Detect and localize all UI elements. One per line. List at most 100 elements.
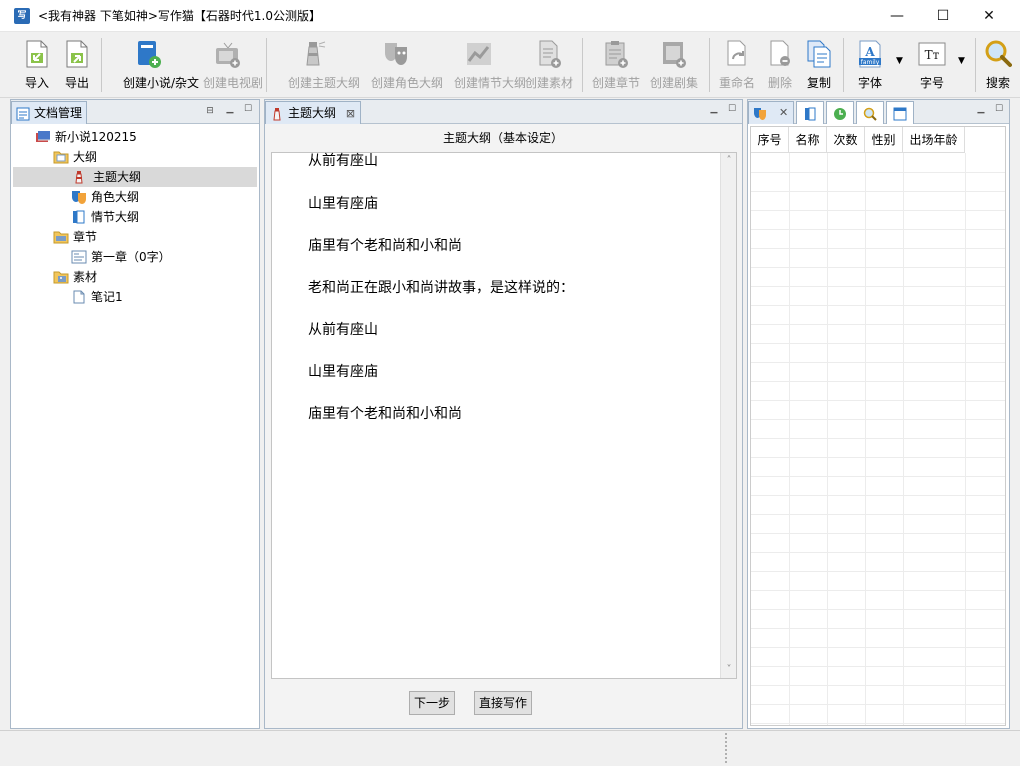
create-material-button[interactable]: 创建素材 <box>525 36 573 94</box>
document-tree: 新小说120215 大纲 主题大纲 角色大纲 情节大纲 章节 第一章（0字） 素… <box>11 126 259 726</box>
font-dropdown-arrow-icon[interactable]: ▼ <box>896 56 903 66</box>
editor-tabstrip: 主题大纲 ⊠ ▁ ☐ <box>265 100 742 124</box>
tab-history[interactable] <box>826 101 854 124</box>
outline-header: 主题大纲（基本设定） <box>442 131 563 145</box>
tab-window[interactable] <box>886 101 914 124</box>
font-size-button[interactable]: Tт 字号 <box>917 36 947 94</box>
copy-button[interactable]: 复制 <box>804 36 834 94</box>
tree-item-outline-folder[interactable]: 大纲 <box>53 147 255 167</box>
font-button[interactable]: Afamily 字体 <box>855 36 885 94</box>
film-icon <box>660 39 688 69</box>
magnifier-icon <box>863 106 877 121</box>
create-episode-button[interactable]: 创建剧集 <box>650 36 698 94</box>
outline-paragraph: 庙里有个老和尚和小和尚 <box>308 238 462 254</box>
import-button[interactable]: 导入 <box>22 36 52 94</box>
tree-item-chapters-folder[interactable]: 章节 <box>53 227 255 247</box>
font-icon-text: family <box>861 59 880 66</box>
minimize-button[interactable]: — <box>874 0 920 32</box>
export-button[interactable]: 导出 <box>62 36 92 94</box>
clock-icon <box>833 106 847 120</box>
tab-characters[interactable]: ✕ <box>748 101 794 124</box>
tree-item-theme-outline[interactable]: 主题大纲 <box>13 167 257 187</box>
copy-label: 复制 <box>806 76 831 90</box>
tree-item-chapter-1[interactable]: 第一章（0字） <box>71 247 255 267</box>
window-title: <我有神器 下笔如神>写作猫【石器时代1.0公测版】 <box>38 9 322 23</box>
pane-minimize-icon[interactable]: ▁ <box>709 104 719 114</box>
chapter-doc-icon <box>71 250 87 264</box>
close-button[interactable]: ✕ <box>966 0 1012 32</box>
lighthouse-icon <box>71 170 87 184</box>
pane-maximize-icon[interactable]: ☐ <box>727 104 737 114</box>
create-chapter-button[interactable]: 创建章节 <box>592 36 640 94</box>
font-label: 字体 <box>857 76 882 90</box>
create-role-outline-label: 创建角色大纲 <box>371 76 444 90</box>
toolbar-separator <box>709 38 710 92</box>
font-size-dropdown-arrow-icon[interactable]: ▼ <box>958 56 965 66</box>
column-header-gender[interactable]: 性别 <box>865 127 903 153</box>
tab-search[interactable] <box>856 101 884 124</box>
pane-maximize-icon[interactable]: ☐ <box>994 104 1004 114</box>
outline-paragraph: 山里有座庙 <box>308 196 378 212</box>
outline-paragraph: 老和尚正在跟小和尚讲故事，是这样说的： <box>308 280 574 296</box>
outline-paragraph: 从前有座山 <box>308 322 378 338</box>
status-divider <box>725 733 728 763</box>
tab-document-manager[interactable]: 文档管理 <box>11 101 87 124</box>
tree-item-novel[interactable]: 新小说120215 <box>35 127 255 147</box>
scroll-up-icon[interactable]: ˄ <box>721 153 737 169</box>
pane-minimize-icon[interactable]: ▁ <box>976 104 986 114</box>
column-header-name[interactable]: 名称 <box>789 127 827 153</box>
export-label: 导出 <box>64 76 89 90</box>
tab-close-icon[interactable]: ✕ <box>779 102 788 124</box>
delete-button[interactable]: 删除 <box>765 36 795 94</box>
folder-box-icon <box>53 230 69 244</box>
novel-book-icon <box>134 39 162 69</box>
note-icon <box>71 290 87 304</box>
create-material-label: 创建素材 <box>524 76 573 90</box>
pane-minimize-icon[interactable]: ▁ <box>225 104 235 114</box>
create-episode-label: 创建剧集 <box>649 76 698 90</box>
direct-write-button[interactable]: 直接写作 <box>474 691 532 715</box>
window-icon <box>893 106 907 121</box>
create-role-outline-button[interactable]: 创建角色大纲 <box>371 36 443 94</box>
collapse-all-icon[interactable]: ⊟ <box>205 106 215 116</box>
create-theme-outline-button[interactable]: 创建主题大纲 <box>288 36 360 94</box>
search-button[interactable]: 搜索 <box>983 36 1013 94</box>
search-icon <box>984 39 1012 69</box>
grid-column-line <box>827 153 828 725</box>
create-novel-label: 创建小说/杂文 <box>123 76 200 90</box>
tree-item-plot-outline[interactable]: 情节大纲 <box>71 207 255 227</box>
character-panel: ✕ ▁ ☐ 序号 名称 次数 性别 出场年龄 <box>747 99 1010 729</box>
column-header-index[interactable]: 序号 <box>751 127 789 153</box>
outline-paragraph: 山里有座庙 <box>308 364 378 380</box>
next-step-button[interactable]: 下一步 <box>409 691 455 715</box>
maximize-button[interactable]: ☐ <box>920 0 966 32</box>
vertical-scrollbar[interactable]: ˄ ˅ <box>720 153 736 678</box>
column-header-debut-age[interactable]: 出场年龄 <box>903 127 965 153</box>
document-manager-pane: 文档管理 ⊟ ▁ ☐ 新小说120215 大纲 主题大纲 角色大纲 情节大纲 章… <box>10 99 260 729</box>
toolbar-separator <box>266 38 267 92</box>
rename-icon <box>723 39 751 69</box>
tree-item-material-folder[interactable]: 素材 <box>53 267 255 287</box>
book-page-icon <box>803 106 817 121</box>
doc-manager-icon <box>16 106 30 121</box>
pane-maximize-icon[interactable]: ☐ <box>243 104 253 114</box>
tab-theme-outline[interactable]: 主题大纲 ⊠ <box>265 101 361 124</box>
masks-icon <box>71 190 87 204</box>
rename-button[interactable]: 重命名 <box>719 36 755 94</box>
book-page-icon <box>71 210 87 224</box>
create-tv-button[interactable]: 创建电视剧 <box>203 36 263 94</box>
create-plot-outline-button[interactable]: 创建情节大纲 <box>454 36 526 94</box>
tab-plot[interactable] <box>796 101 824 124</box>
search-label: 搜索 <box>985 76 1010 90</box>
tab-close-icon[interactable]: ⊠ <box>346 107 355 120</box>
tree-item-role-outline[interactable]: 角色大纲 <box>71 187 255 207</box>
column-header-count[interactable]: 次数 <box>827 127 865 153</box>
import-icon <box>23 39 51 69</box>
tree-item-note-1[interactable]: 笔记1 <box>71 287 255 307</box>
export-icon <box>63 39 91 69</box>
plot-chart-icon <box>465 39 493 69</box>
scroll-down-icon[interactable]: ˅ <box>721 662 737 678</box>
font-size-icon: Tт <box>918 39 946 69</box>
outline-text-area[interactable]: 从前有座山 山里有座庙 庙里有个老和尚和小和尚 老和尚正在跟小和尚讲故事，是这样… <box>271 152 737 679</box>
create-novel-button[interactable]: 创建小说/杂文 <box>123 36 199 94</box>
